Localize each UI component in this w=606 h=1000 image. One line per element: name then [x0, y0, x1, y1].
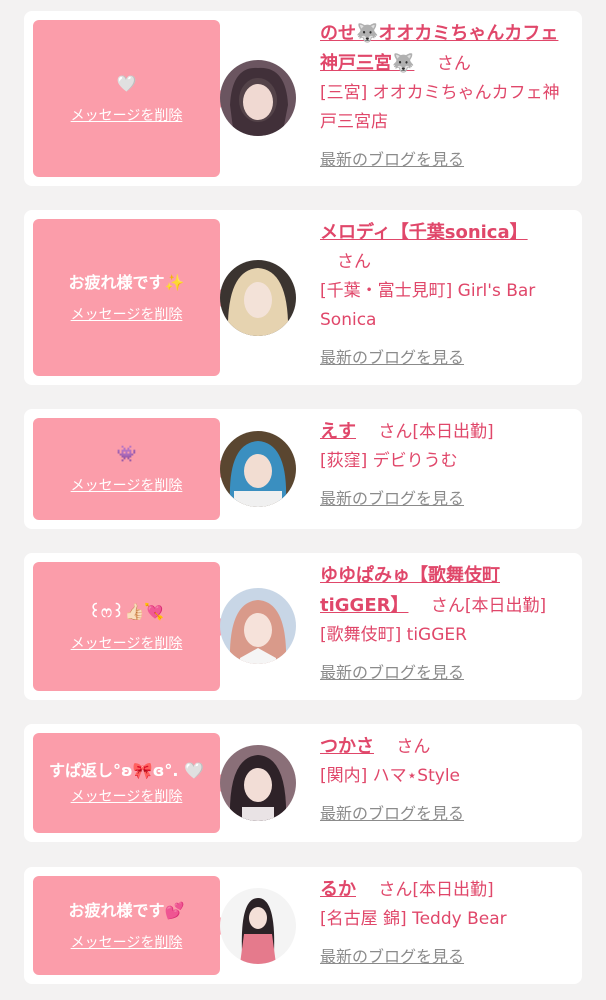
- delete-message-link[interactable]: メッセージを削除: [71, 477, 183, 495]
- message-bubble: お疲れ様です💕 メッセージを削除: [33, 876, 229, 975]
- shop-name: [千葉・富士見町] Girl's Bar Sonica: [320, 281, 536, 330]
- delete-message-link[interactable]: メッセージを削除: [71, 107, 183, 125]
- avatar[interactable]: [220, 888, 296, 964]
- latest-blog-link[interactable]: 最新のブログを見る: [320, 145, 576, 174]
- cast-name-link[interactable]: つかさ: [320, 736, 374, 757]
- message-text: お疲れ様です💕: [68, 900, 185, 920]
- cast-info: ゆゆぱみゅ【歌舞伎町tiGGER】 さん[本日出勤] [歌舞伎町] tiGGER…: [320, 561, 576, 687]
- honorific: さん[本日出勤]: [361, 422, 494, 442]
- honorific: さん: [379, 737, 431, 757]
- message-bubble: ꒰ෆ꒱👍🏻💘 メッセージを削除: [33, 562, 229, 691]
- cast-info: メロディ【千葉sonica】 さん [千葉・富士見町] Girl's Bar S…: [320, 218, 576, 372]
- shop-name: [歌舞伎町] tiGGER: [320, 625, 467, 645]
- message-card: ꒰ෆ꒱👍🏻💘 メッセージを削除 ゆゆぱみゅ【歌舞伎町tiGGER】 さん[本日出…: [24, 553, 582, 700]
- message-list: 🤍 メッセージを削除 のせ🐺オオカミちゃんカフェ神戸三宮🐺 さん [三宮] オオ…: [0, 0, 606, 1000]
- message-bubble: 👾 メッセージを削除: [33, 418, 229, 520]
- delete-message-link[interactable]: メッセージを削除: [71, 934, 183, 952]
- latest-blog-link[interactable]: 最新のブログを見る: [320, 799, 576, 828]
- message-card: お疲れ様です✨ メッセージを削除 メロディ【千葉sonica】 さん [千葉・富…: [24, 210, 582, 385]
- cast-info: つかさ さん [関内] ハマ⋆Style 最新のブログを見る: [320, 732, 576, 828]
- cast-info: るか さん[本日出勤] [名古屋 錦] Teddy Bear 最新のブログを見る: [320, 875, 576, 971]
- message-card: 🤍 メッセージを削除 のせ🐺オオカミちゃんカフェ神戸三宮🐺 さん [三宮] オオ…: [24, 11, 582, 186]
- avatar[interactable]: [220, 431, 296, 507]
- latest-blog-link[interactable]: 最新のブログを見る: [320, 343, 576, 372]
- message-card: お疲れ様です💕 メッセージを削除 るか さん[本日出勤] [名古屋 錦] Ted…: [24, 867, 582, 984]
- honorific: さん[本日出勤]: [361, 880, 494, 900]
- message-text: 👾: [116, 444, 137, 463]
- cast-name-link[interactable]: るか: [320, 879, 356, 900]
- message-text: お疲れ様です✨: [68, 272, 185, 292]
- cast-name-link[interactable]: えす: [320, 421, 356, 442]
- honorific: さん: [419, 54, 471, 74]
- message-bubble: すぱ返し°ʚ🎀ɞ°. 🤍 メッセージを削除: [33, 733, 229, 833]
- latest-blog-link[interactable]: 最新のブログを見る: [320, 658, 576, 687]
- message-bubble: お疲れ様です✨ メッセージを削除: [33, 219, 229, 376]
- avatar[interactable]: [220, 588, 296, 664]
- cast-name-link[interactable]: メロディ【千葉sonica】: [320, 222, 528, 243]
- honorific: さん: [320, 252, 371, 272]
- avatar[interactable]: [220, 260, 296, 336]
- avatar[interactable]: [220, 745, 296, 821]
- delete-message-link[interactable]: メッセージを削除: [71, 635, 183, 653]
- delete-message-link[interactable]: メッセージを削除: [71, 306, 183, 324]
- latest-blog-link[interactable]: 最新のブログを見る: [320, 942, 576, 971]
- shop-name: [荻窪] デビりうむ: [320, 451, 458, 471]
- message-text: ꒰ෆ꒱👍🏻💘: [88, 601, 165, 621]
- avatar[interactable]: [220, 60, 296, 136]
- message-text: 🤍: [116, 73, 137, 93]
- shop-name: [名古屋 錦] Teddy Bear: [320, 909, 507, 929]
- message-text: すぱ返し°ʚ🎀ɞ°. 🤍: [49, 761, 204, 780]
- message-card: 👾 メッセージを削除 えす さん[本日出勤] [荻窪] デビりうむ 最新のブログ…: [24, 409, 582, 529]
- message-card: すぱ返し°ʚ🎀ɞ°. 🤍 メッセージを削除 つかさ さん [関内] ハマ⋆Sty…: [24, 724, 582, 842]
- shop-name: [三宮] オオカミちゃんカフェ神戸三宮店: [320, 83, 560, 132]
- shop-name: [関内] ハマ⋆Style: [320, 766, 461, 786]
- message-bubble: 🤍 メッセージを削除: [33, 20, 229, 177]
- cast-info: えす さん[本日出勤] [荻窪] デビりうむ 最新のブログを見る: [320, 417, 576, 513]
- delete-message-link[interactable]: メッセージを削除: [71, 788, 183, 806]
- latest-blog-link[interactable]: 最新のブログを見る: [320, 484, 576, 513]
- honorific: さん[本日出勤]: [413, 596, 547, 616]
- cast-info: のせ🐺オオカミちゃんカフェ神戸三宮🐺 さん [三宮] オオカミちゃんカフェ神戸三…: [320, 19, 576, 174]
